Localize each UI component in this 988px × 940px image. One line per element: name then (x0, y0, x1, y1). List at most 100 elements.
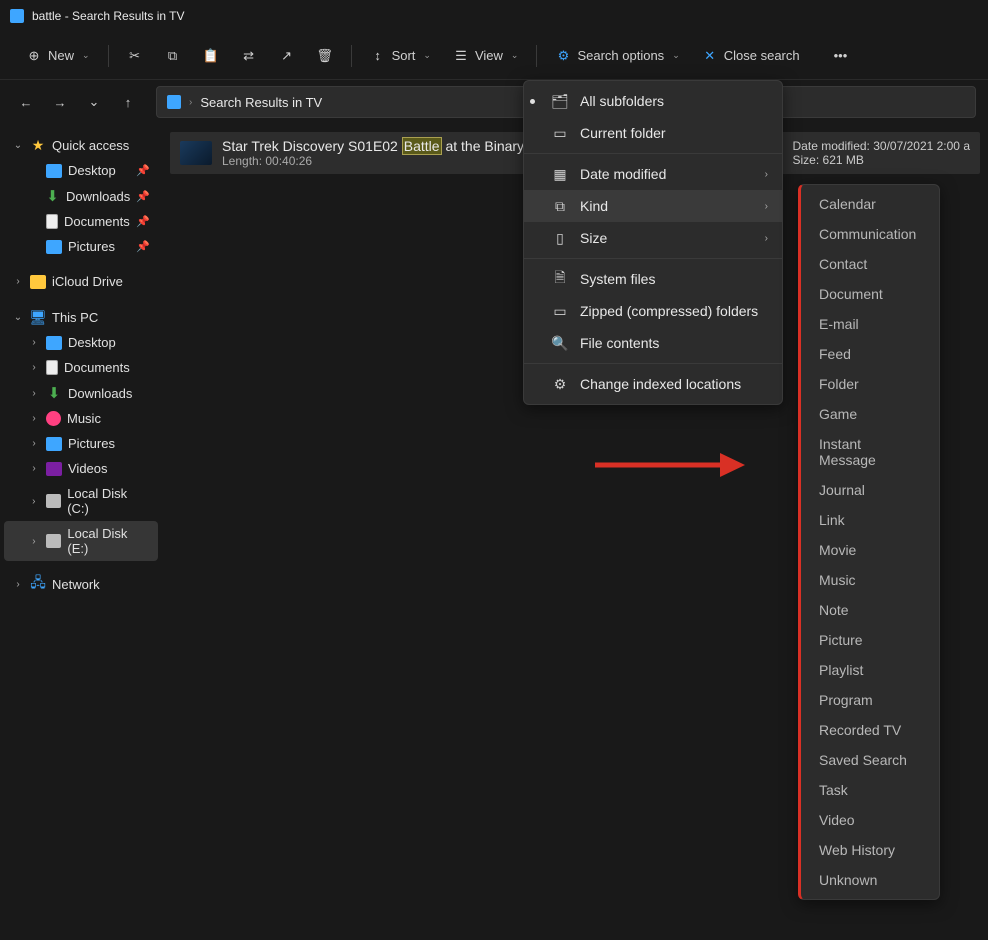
download-icon: ⬇ (46, 385, 62, 401)
kind-option[interactable]: Document (801, 279, 939, 309)
forward-button[interactable]: → (46, 88, 74, 116)
plus-icon: ⊕ (26, 48, 42, 64)
sidebar-item-videos[interactable]: ›Videos (4, 456, 158, 481)
pin-icon: 📌 (136, 190, 150, 203)
pin-icon: 📌 (136, 164, 150, 177)
settings-icon: ⚙ (552, 376, 568, 392)
disk-icon (46, 534, 62, 548)
kind-option[interactable]: E-mail (801, 309, 939, 339)
search-options-dropdown: 🗂All subfolders ▭Current folder ▦Date mo… (523, 80, 783, 405)
share-button[interactable]: ↗ (271, 42, 303, 70)
sidebar-item-desktop[interactable]: ›Desktop (4, 330, 158, 355)
kind-option[interactable]: Contact (801, 249, 939, 279)
kind-option[interactable]: Playlist (801, 655, 939, 685)
sidebar-item-local-disk-c[interactable]: ›Local Disk (C:) (4, 481, 158, 521)
toolbar: ⊕ New ⌄ ✂ ⧉ 📋 ⇄ ↗ 🗑 ↕ Sort ⌄ ☰ View ⌄ ⚙ … (0, 32, 988, 80)
document-icon (46, 360, 58, 375)
rename-button[interactable]: ⇄ (233, 42, 265, 70)
chevron-down-icon: ⌄ (12, 312, 24, 323)
this-pc-node[interactable]: ⌄🖥This PC (4, 304, 158, 330)
dropdown-item-size[interactable]: ▯Size› (524, 222, 782, 254)
kind-option[interactable]: Unknown (801, 865, 939, 895)
chevron-right-icon: › (765, 201, 768, 212)
kind-option[interactable]: Note (801, 595, 939, 625)
video-thumbnail (180, 141, 212, 165)
kind-option[interactable]: Program (801, 685, 939, 715)
paste-button[interactable]: 📋 (195, 42, 227, 70)
close-icon: ✕ (702, 48, 718, 64)
recent-button[interactable]: ⌄ (80, 88, 108, 116)
kind-option[interactable]: Picture (801, 625, 939, 655)
kind-option[interactable]: Instant Message (801, 429, 939, 475)
sidebar-item-local-disk-e[interactable]: ›Local Disk (E:) (4, 521, 158, 561)
desktop-icon (46, 336, 62, 350)
copy-button[interactable]: ⧉ (157, 42, 189, 70)
cut-icon: ✂ (127, 48, 143, 64)
dropdown-item-change-indexed[interactable]: ⚙Change indexed locations (524, 368, 782, 400)
desktop-icon (46, 164, 62, 178)
view-icon: ☰ (453, 48, 469, 64)
icloud-node[interactable]: ›iCloud Drive (4, 269, 158, 294)
copy-icon: ⧉ (165, 48, 181, 64)
navigation-tree: ⌄ ★ Quick access Desktop📌 ⬇Downloads📌 Do… (0, 124, 162, 940)
rename-icon: ⇄ (241, 48, 257, 64)
breadcrumb-text: Search Results in TV (200, 95, 322, 110)
delete-icon: 🗑 (317, 48, 333, 64)
sidebar-item-downloads[interactable]: ›⬇Downloads (4, 380, 158, 406)
chevron-down-icon: ⌄ (12, 140, 24, 151)
close-search-button[interactable]: ✕ Close search (694, 42, 808, 70)
dropdown-item-current-folder[interactable]: ▭Current folder (524, 117, 782, 149)
sidebar-item-music[interactable]: ›Music (4, 406, 158, 431)
kind-option[interactable]: Saved Search (801, 745, 939, 775)
chevron-down-icon: ⌄ (423, 50, 431, 61)
network-icon: 🖧 (30, 576, 46, 592)
more-button[interactable]: ••• (826, 42, 856, 69)
delete-button[interactable]: 🗑 (309, 42, 341, 70)
search-options-button[interactable]: ⚙ Search options ⌄ (547, 42, 687, 70)
kind-option[interactable]: Journal (801, 475, 939, 505)
kind-option[interactable]: Game (801, 399, 939, 429)
network-node[interactable]: ›🖧Network (4, 571, 158, 597)
dropdown-item-file-contents[interactable]: 🔍File contents (524, 327, 782, 359)
view-button[interactable]: ☰ View ⌄ (445, 42, 527, 70)
kind-option[interactable]: Calendar (801, 189, 939, 219)
kind-option[interactable]: Communication (801, 219, 939, 249)
dropdown-item-kind[interactable]: ⧉Kind› (524, 190, 782, 222)
kind-option[interactable]: Folder (801, 369, 939, 399)
folder-icon: ▭ (552, 125, 568, 141)
new-button[interactable]: ⊕ New ⌄ (18, 42, 98, 70)
kind-option[interactable]: Feed (801, 339, 939, 369)
kind-option[interactable]: Task (801, 775, 939, 805)
result-metadata: Date modified: 30/07/2021 2:00 a Size: 6… (793, 139, 970, 167)
quick-access-node[interactable]: ⌄ ★ Quick access (4, 132, 158, 158)
kind-icon: ⧉ (552, 198, 568, 214)
sidebar-item-documents[interactable]: ›Documents (4, 355, 158, 380)
sidebar-item-pictures[interactable]: ›Pictures (4, 431, 158, 456)
title-bar: battle - Search Results in TV (0, 0, 988, 32)
dropdown-item-all-subfolders[interactable]: 🗂All subfolders (524, 85, 782, 117)
kind-option[interactable]: Link (801, 505, 939, 535)
picture-icon (46, 437, 62, 451)
calendar-icon: ▦ (552, 166, 568, 182)
kind-option[interactable]: Music (801, 565, 939, 595)
back-button[interactable]: ← (12, 88, 40, 116)
sidebar-item-downloads[interactable]: ⬇Downloads📌 (4, 183, 158, 209)
cut-button[interactable]: ✂ (119, 42, 151, 70)
share-icon: ↗ (279, 48, 295, 64)
sort-icon: ↕ (370, 48, 386, 64)
up-button[interactable]: ↑ (114, 88, 142, 116)
kind-option[interactable]: Recorded TV (801, 715, 939, 745)
sidebar-item-pictures[interactable]: Pictures📌 (4, 234, 158, 259)
dropdown-item-date-modified[interactable]: ▦Date modified› (524, 158, 782, 190)
highlight: Battle (402, 137, 442, 155)
dropdown-item-system-files[interactable]: 🗎System files (524, 263, 782, 295)
pc-icon: 🖥 (30, 309, 46, 325)
folder-icon (167, 95, 181, 109)
kind-option[interactable]: Movie (801, 535, 939, 565)
sidebar-item-desktop[interactable]: Desktop📌 (4, 158, 158, 183)
sort-button[interactable]: ↕ Sort ⌄ (362, 42, 439, 70)
kind-option[interactable]: Video (801, 805, 939, 835)
sidebar-item-documents[interactable]: Documents📌 (4, 209, 158, 234)
kind-option[interactable]: Web History (801, 835, 939, 865)
dropdown-item-zipped[interactable]: ▭Zipped (compressed) folders (524, 295, 782, 327)
